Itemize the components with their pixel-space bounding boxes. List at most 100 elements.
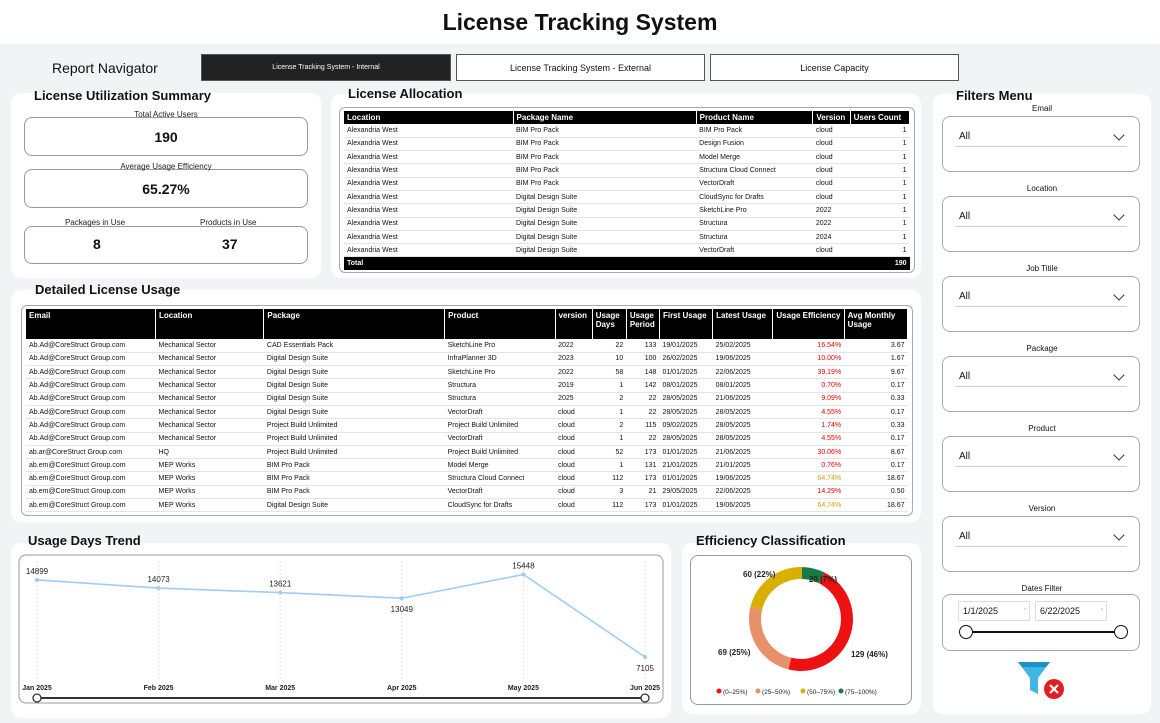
table-row[interactable]: Ab.Ad@CoreStruct Group.com Mechanical Sec…: [26, 339, 908, 353]
table-row[interactable]: Ab.Ad@CoreStruct Group.com Mechanical Sec…: [26, 392, 908, 406]
table-row[interactable]: Ab.Ad@CoreStruct Group.com Mechanical Sec…: [26, 352, 908, 367]
table-row[interactable]: Ab.Ad@CoreStruct Group.com Mechanical Sec…: [26, 365, 908, 380]
date-slider-start-handle[interactable]: [959, 625, 973, 639]
table-cell: cloud: [812, 124, 851, 138]
table-row[interactable]: Alexandria West Digital Design Suite Struc…: [344, 217, 910, 231]
table-cell: Ab.Ad@CoreStruct Group.com: [26, 405, 156, 420]
table-row[interactable]: Alexandria West BIM Pro Pack Design Fusion…: [344, 137, 910, 152]
clear-filters-icon[interactable]: [1016, 658, 1068, 704]
detail-column-header[interactable]: Usage Efficiency: [772, 309, 845, 339]
nav-capacity-button[interactable]: License Capacity: [710, 54, 959, 81]
detail-column-header[interactable]: Usage Days: [592, 309, 627, 339]
range-slider-handle[interactable]: [640, 693, 650, 703]
nav-external-button[interactable]: License Tracking System - External: [456, 54, 705, 81]
allocation-column-header[interactable]: Location: [344, 111, 514, 124]
chevron-down-icon[interactable]: [1113, 528, 1125, 541]
table-cell: 22: [626, 392, 660, 406]
filter-dropdown[interactable]: All: [955, 127, 1127, 147]
range-slider-handle[interactable]: [32, 693, 42, 703]
filter-box: All: [942, 516, 1140, 572]
chevron-down-icon[interactable]: [1113, 208, 1125, 221]
data-point[interactable]: [156, 586, 161, 591]
data-point[interactable]: [35, 577, 39, 582]
table-row[interactable]: Alexandria West Digital Design Suite Struc…: [344, 230, 910, 245]
detail-column-header[interactable]: Product: [444, 309, 556, 339]
table-row[interactable]: ab.em@CoreStruct Group.com MEP Works BIM P…: [26, 485, 908, 500]
table-row[interactable]: Alexandria West Digital Design Suite Vecto…: [344, 243, 910, 258]
data-label: 13621: [269, 580, 292, 589]
table-row[interactable]: Alexandria West Digital Design Suite Sketc…: [344, 203, 910, 218]
filter-dropdown[interactable]: All: [955, 367, 1127, 387]
filter-dropdown[interactable]: All: [955, 207, 1127, 227]
detail-column-header[interactable]: Latest Usage: [712, 309, 774, 339]
table-row[interactable]: Ab.Ad@CoreStruct Group.com Mechanical Sec…: [26, 432, 908, 446]
detail-column-header[interactable]: version: [555, 309, 593, 339]
detail-column-header[interactable]: Email: [26, 309, 156, 339]
donut-slice[interactable]: [788, 572, 853, 671]
table-cell: SketchLine Pro: [444, 339, 556, 353]
detail-column-header[interactable]: Avg Monthly Usage: [844, 309, 909, 339]
table-row[interactable]: ab.ar@CoreStruct Group.com HQ Project Buil…: [26, 445, 908, 460]
table-cell: 58: [592, 365, 627, 380]
table-cell: 2: [592, 392, 627, 406]
table-row[interactable]: ab.em@CoreStruct Group.com MEP Works BIM P…: [26, 458, 908, 473]
chevron-down-icon[interactable]: [1113, 448, 1125, 461]
date-slider-end-handle[interactable]: [1114, 625, 1128, 639]
filter-dropdown[interactable]: All: [955, 447, 1127, 467]
nav-internal-button[interactable]: License Tracking System - Internal: [201, 54, 451, 81]
table-row[interactable]: Alexandria West BIM Pro Pack VectorDraft cl…: [344, 177, 910, 191]
table-row[interactable]: Alexandria West Digital Design Suite Cloud…: [344, 190, 910, 205]
filter-box: All: [942, 116, 1140, 172]
table-cell: 21: [626, 485, 660, 500]
data-label: 15448: [512, 562, 535, 571]
table-cell: SketchLine Pro: [444, 365, 556, 380]
filter-dropdown[interactable]: All: [955, 527, 1127, 547]
allocation-column-header[interactable]: Users Count: [850, 111, 911, 124]
table-cell: 2022: [555, 365, 593, 380]
table-row[interactable]: ab.em@CoreStruct Group.com MEP Works BIM P…: [26, 471, 908, 486]
donut-slice[interactable]: [749, 606, 792, 670]
calendar-icon[interactable]: ▫: [1024, 607, 1026, 613]
table-cell: 19/01/2025: [659, 339, 713, 353]
chevron-down-icon[interactable]: [1113, 128, 1125, 141]
table-row[interactable]: Alexandria West BIM Pro Pack BIM Pro Pack c…: [344, 124, 910, 138]
allocation-column-header[interactable]: Product Name: [696, 111, 814, 124]
filter-dropdown-value: All: [959, 211, 971, 222]
data-point[interactable]: [278, 590, 283, 595]
table-row[interactable]: Alexandria West BIM Pro Pack Structura Clo…: [344, 163, 910, 178]
detail-column-header[interactable]: Usage Period: [626, 309, 660, 339]
data-point[interactable]: [399, 596, 404, 601]
detail-table-container[interactable]: Email Location Package Product version Usage …: [21, 305, 913, 516]
table-cell: 25/02/2025: [712, 339, 773, 353]
table-cell: cloud: [555, 432, 593, 446]
detail-column-header[interactable]: Location: [155, 309, 265, 339]
end-date-input[interactable]: 6/22/2025 ▫: [1035, 601, 1107, 621]
detail-title: Detailed License Usage: [35, 282, 181, 297]
table-cell: ab.em@CoreStruct Group.com: [26, 485, 156, 500]
table-row[interactable]: Ab.Ad@CoreStruct Group.com Mechanical Sec…: [26, 418, 908, 433]
data-point[interactable]: [643, 655, 647, 660]
table-cell: CloudSync for Drafts: [444, 498, 556, 513]
table-cell: Structura: [696, 217, 813, 231]
start-date-input[interactable]: 1/1/2025 ▫: [958, 601, 1030, 621]
data-point[interactable]: [521, 572, 526, 577]
chevron-down-icon[interactable]: [1113, 368, 1125, 381]
detail-column-header[interactable]: Package: [263, 309, 446, 339]
chevron-down-icon[interactable]: [1113, 288, 1125, 301]
table-cell: 173: [626, 445, 660, 460]
allocation-table-container[interactable]: Location Package Name Product Name Version U…: [339, 107, 915, 273]
detail-column-header[interactable]: First Usage: [659, 309, 714, 339]
table-row[interactable]: Alexandria West BIM Pro Pack Model Merge cl…: [344, 150, 910, 165]
table-row[interactable]: Ab.Ad@CoreStruct Group.com Mechanical Sec…: [26, 378, 908, 393]
filter-dropdown[interactable]: All: [955, 287, 1127, 307]
table-row[interactable]: ab.em@CoreStruct Group.com MEP Works Digit…: [26, 498, 908, 513]
table-cell: cloud: [555, 485, 593, 500]
legend-marker: [755, 688, 761, 694]
table-row[interactable]: Ab.Ad@CoreStruct Group.com Mechanical Sec…: [26, 405, 908, 420]
table-cell: BIM Pro Pack: [513, 150, 697, 165]
table-cell: Ab.Ad@CoreStruct Group.com: [26, 339, 156, 353]
allocation-column-header[interactable]: Package Name: [513, 111, 697, 124]
allocation-column-header[interactable]: Version: [812, 111, 851, 124]
calendar-icon[interactable]: ▫: [1101, 607, 1103, 613]
detail-header-row: Email Location Package Product version Usage …: [26, 309, 909, 339]
